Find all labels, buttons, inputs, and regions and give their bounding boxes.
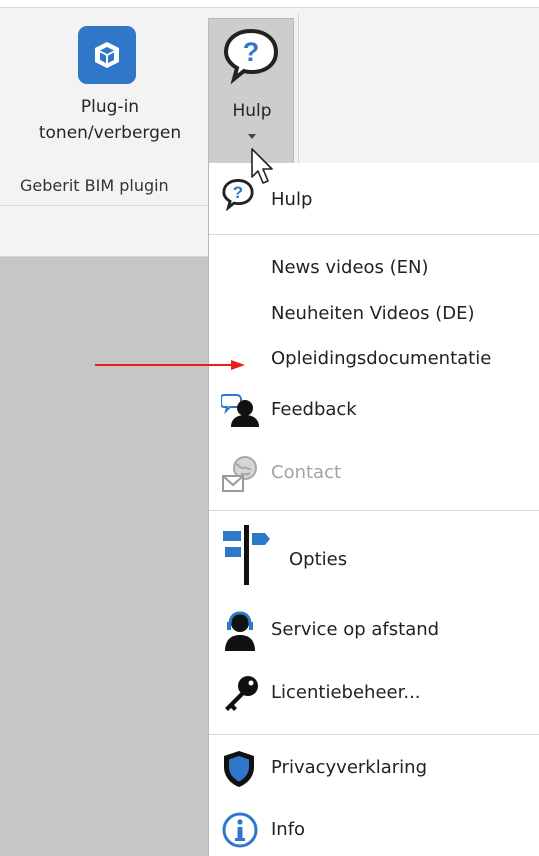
svg-text:?: ? — [233, 183, 243, 202]
cube-icon — [78, 26, 136, 84]
menu-item-feedback[interactable]: Feedback — [209, 385, 539, 435]
menu-item-label: Hulp — [271, 189, 313, 210]
plugin-toggle-label: Plug-in tonen/verbergen — [20, 94, 200, 146]
menu-item-label: Neuheiten Videos (DE) — [271, 303, 475, 324]
menu-item-news-videos-en[interactable]: News videos (EN) — [209, 249, 539, 287]
menu-separator — [209, 234, 539, 235]
menu-item-label: Feedback — [271, 399, 357, 420]
menu-item-privacyverklaring[interactable]: Privacyverklaring — [209, 743, 539, 793]
annotation-arrow — [95, 356, 245, 370]
hulp-dropdown-menu: ? Hulp News videos (EN) Neuheiten Videos… — [208, 163, 539, 856]
feedback-user-icon — [220, 391, 259, 433]
menu-item-label: Opties — [289, 549, 348, 570]
menu-item-label: News videos (EN) — [271, 257, 429, 278]
plugin-label-line1: Plug-in — [80, 97, 140, 117]
shield-icon — [221, 749, 257, 793]
help-bubble-icon: ? — [221, 25, 281, 89]
menu-item-service-op-afstand[interactable]: Service op afstand — [209, 605, 539, 655]
chevron-down-icon — [248, 134, 256, 139]
plugin-label-line2: tonen/verbergen — [38, 123, 182, 143]
ribbon-group-label: Geberit BIM plugin — [20, 176, 169, 195]
menu-item-info[interactable]: Info — [209, 805, 539, 855]
menu-item-label: Info — [271, 819, 306, 840]
signpost-icon — [221, 525, 271, 589]
svg-text:?: ? — [243, 37, 260, 67]
mouse-pointer-icon — [250, 147, 276, 191]
menu-separator — [209, 734, 539, 735]
plugin-toggle-button[interactable]: Plug-in tonen/verbergen — [20, 20, 200, 162]
remote-service-icon — [221, 611, 259, 655]
menu-item-label: Opleidingsdocumentatie — [271, 348, 492, 369]
menu-item-contact[interactable]: Contact — [209, 448, 539, 498]
hulp-dropdown-button[interactable]: ? Hulp — [208, 18, 294, 164]
menu-item-label: Service op afstand — [271, 619, 440, 640]
menu-item-label: Licentiebeheer... — [271, 682, 421, 703]
menu-item-opties[interactable]: Opties — [209, 517, 539, 587]
menu-item-label: Contact — [271, 462, 342, 483]
hulp-button-label: Hulp — [232, 101, 272, 121]
menu-item-neuheiten-videos-de[interactable]: Neuheiten Videos (DE) — [209, 295, 539, 333]
menu-item-licentiebeheer[interactable]: Licentiebeheer... — [209, 668, 539, 718]
menu-item-label: Privacyverklaring — [271, 757, 427, 778]
key-icon — [221, 674, 261, 718]
info-icon — [221, 811, 259, 853]
menu-separator — [209, 510, 539, 511]
contact-globe-icon — [221, 454, 261, 498]
menu-item-opleidingsdocumentatie[interactable]: Opleidingsdocumentatie — [209, 340, 539, 378]
ribbon-group-separator — [298, 14, 299, 164]
